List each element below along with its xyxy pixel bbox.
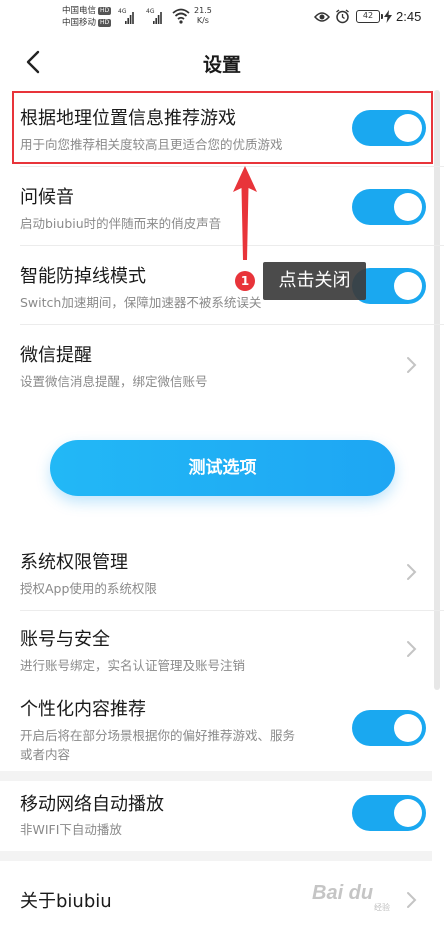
row-title: 关于biubiu: [20, 891, 112, 912]
page-title: 设置: [202, 54, 241, 76]
row-title: 根据地理位置信息推荐游戏: [20, 108, 236, 129]
row-desc: 用于向您推荐相关度较高且更适合您的优质游戏: [20, 137, 283, 152]
chevron-right-icon: [407, 564, 417, 580]
scrollbar[interactable]: [434, 90, 440, 690]
setting-row-wechat-reminder[interactable]: 微信提醒 设置微信消息提醒，绑定微信账号: [0, 325, 432, 403]
row-desc: 非WIFI下自动播放: [20, 822, 122, 837]
watermark-sub: 经验: [374, 903, 390, 912]
row-desc: 启动biubiu时的伴随而来的俏皮声音: [20, 216, 222, 231]
row-title: 账号与安全: [20, 629, 110, 650]
row-title: 系统权限管理: [20, 552, 128, 573]
wifi-icon: [172, 8, 190, 24]
hd-badge-1: HD: [98, 6, 112, 15]
section-divider: [0, 851, 432, 861]
setting-row-permissions[interactable]: 系统权限管理 授权App使用的系统权限: [0, 532, 432, 610]
setting-row-mobile-autoplay: 移动网络自动播放 非WIFI下自动播放: [0, 781, 432, 851]
mobile-autoplay-toggle[interactable]: [352, 795, 426, 831]
carrier-1: 中国电信 HD: [62, 6, 112, 16]
section-divider: [0, 771, 432, 781]
speed-value: 21.5: [194, 6, 212, 15]
setting-row-personalized: 个性化内容推荐 开启后将在部分场景根据你的偏好推荐游戏、服务 或者内容: [0, 689, 432, 771]
row-title: 微信提醒: [20, 345, 92, 366]
toggle-knob: [394, 714, 422, 742]
setting-row-account-security[interactable]: 账号与安全 进行账号绑定，实名认证管理及账号注销: [0, 611, 432, 689]
alarm-icon: [336, 9, 349, 24]
toggle-knob: [394, 272, 422, 300]
row-title: 问候音: [20, 187, 74, 208]
row-desc-line-2: 或者内容: [20, 747, 71, 762]
row-desc: 设置微信消息提醒，绑定微信账号: [20, 374, 208, 389]
chevron-right-icon: [407, 641, 417, 657]
personalized-toggle[interactable]: [352, 710, 426, 746]
setting-row-anti-disconnect: 智能防掉线模式 Switch加速期间，保障加速器不被系统误关: [0, 246, 432, 324]
chevron-right-icon: [407, 892, 417, 908]
tooltip: 点击关闭: [263, 262, 366, 300]
header: 设置: [0, 36, 444, 88]
carrier-1-label: 中国电信: [62, 6, 97, 16]
arrow-up-icon: [233, 166, 257, 260]
watermark-logo: Bai du: [312, 882, 374, 904]
toggle-knob: [394, 799, 422, 827]
chevron-right-icon: [407, 357, 417, 373]
row-title: 个性化内容推荐: [20, 699, 146, 720]
hd-badge-2: HD: [98, 18, 112, 27]
row-title: 智能防掉线模式: [20, 266, 146, 287]
step-badge: 1: [235, 271, 255, 291]
signal-2-icon: 4G: [146, 8, 162, 26]
signal-1-icon: 4G: [118, 8, 134, 26]
row-desc: 进行账号绑定，实名认证管理及账号注销: [20, 658, 246, 673]
test-options-button[interactable]: 测试选项: [50, 440, 395, 496]
carrier-2-label: 中国移动: [62, 18, 97, 28]
row-desc: Switch加速期间，保障加速器不被系统误关: [20, 295, 262, 310]
eye-icon: [314, 12, 330, 22]
carrier-2: 中国移动 HD: [62, 18, 112, 28]
network-speed: 21.5 K/s: [194, 6, 212, 26]
setting-row-greeting-sound: 问候音 启动biubiu时的伴随而来的俏皮声音: [0, 167, 432, 245]
speed-unit: K/s: [196, 16, 209, 25]
setting-row-location-recommend: 根据地理位置信息推荐游戏 用于向您推荐相关度较高且更适合您的优质游戏: [0, 90, 432, 166]
toggle-knob: [394, 114, 422, 142]
row-title: 移动网络自动播放: [20, 794, 164, 815]
battery-indicator: 42: [356, 10, 383, 23]
location-recommend-toggle[interactable]: [352, 110, 426, 146]
status-time: 2:45: [396, 9, 422, 24]
toggle-knob: [394, 193, 422, 221]
row-desc-line-1: 开启后将在部分场景根据你的偏好推荐游戏、服务: [20, 728, 296, 743]
greeting-sound-toggle[interactable]: [352, 189, 426, 225]
charging-bolt-icon: [384, 10, 392, 23]
status-bar: 中国电信 HD 中国移动 HD 4G 4G 21.5 K/s 42 2:45: [0, 0, 444, 36]
row-desc: 授权App使用的系统权限: [20, 581, 157, 596]
